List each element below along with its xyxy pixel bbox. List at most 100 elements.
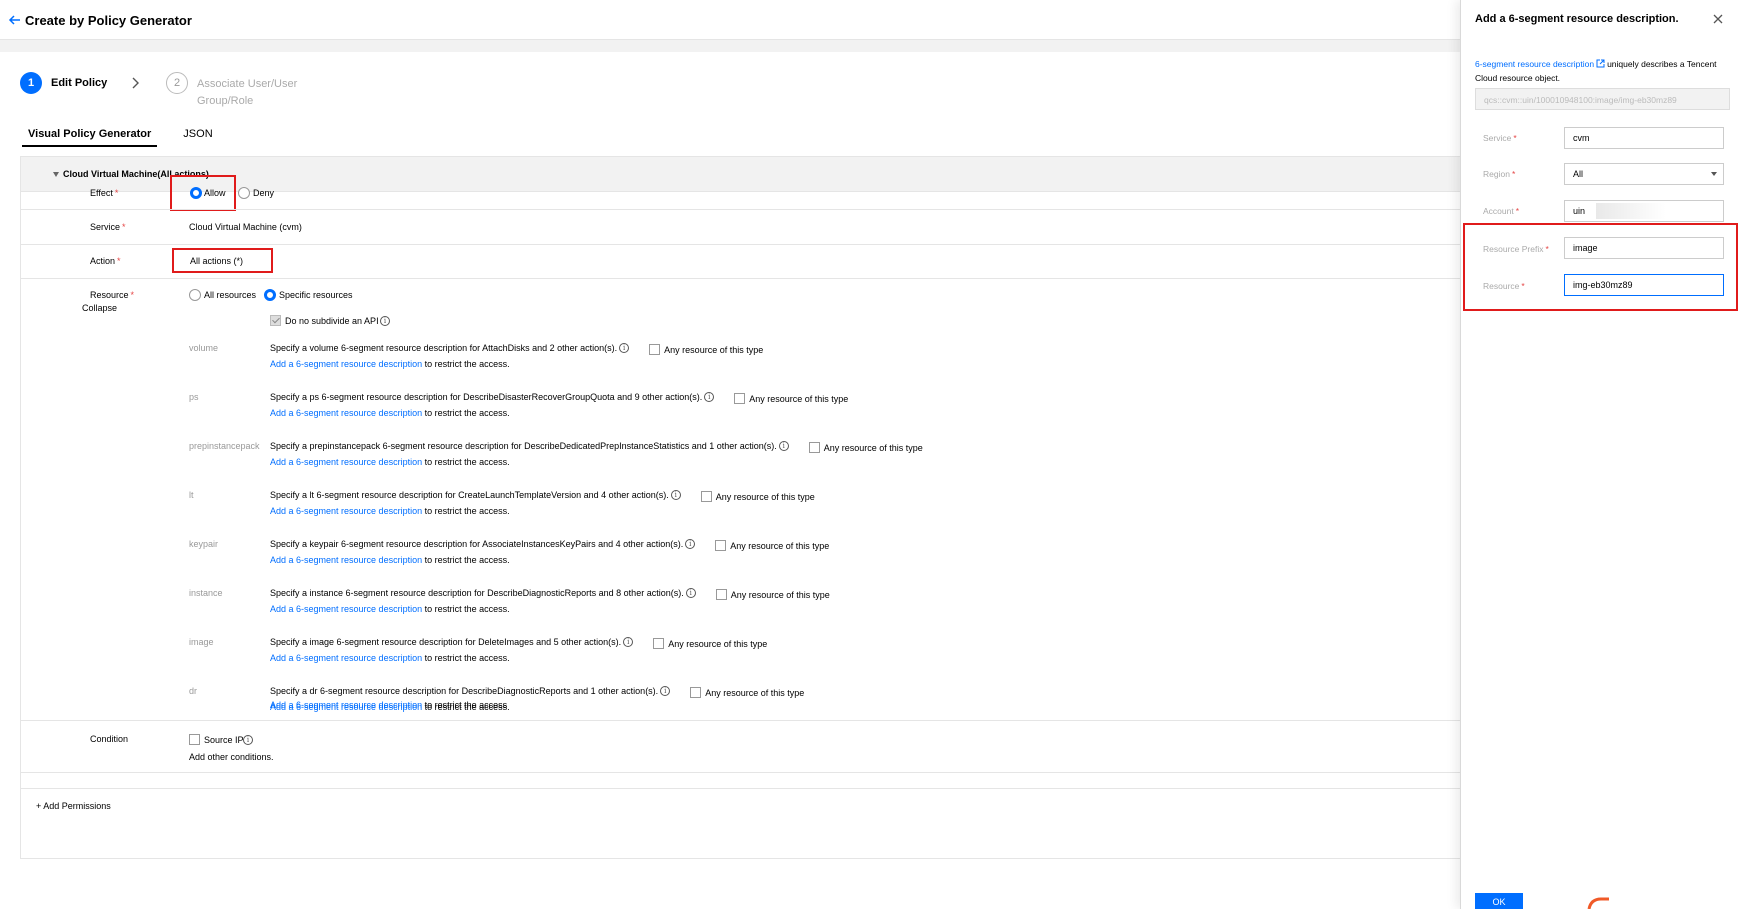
any-resource-checkbox[interactable] xyxy=(690,687,702,698)
step-edit-policy: 1 Edit Policy xyxy=(20,72,107,94)
info-icon[interactable]: i xyxy=(243,735,253,745)
source-ip-checkbox[interactable] xyxy=(189,734,200,745)
row-divider xyxy=(21,772,1460,773)
any-resource-label: Any resource of this type xyxy=(730,590,830,600)
info-icon[interactable]: i xyxy=(685,588,696,598)
add-permissions-link[interactable]: + Add Permissions xyxy=(36,801,111,811)
info-icon[interactable]: i xyxy=(660,686,671,696)
final-add-row: Add a 6-segment resource description to … xyxy=(270,700,507,710)
info-icon[interactable]: i xyxy=(619,343,630,353)
specific-resources-radio[interactable] xyxy=(264,289,276,301)
step-label: Edit Policy xyxy=(51,77,108,89)
resource-type-description: Specify a dr 6-segment resource descript… xyxy=(270,686,659,696)
resource-preview-field: qcs::cvm::uin/100010948100:image/img-eb3… xyxy=(1475,88,1730,110)
info-icon[interactable]: i xyxy=(623,637,634,647)
add-row: Add a 6-segment resource description to … xyxy=(270,653,510,663)
deny-radio[interactable] xyxy=(238,187,250,199)
highlight-box-action xyxy=(172,248,273,273)
close-icon[interactable] xyxy=(1711,12,1725,26)
any-resource-checkbox[interactable] xyxy=(700,491,712,502)
any-resource-checkbox[interactable] xyxy=(649,344,661,355)
step-associate: 2 Associate User/User Group/Role xyxy=(166,72,317,110)
add-resource-description-link[interactable]: Add a 6-segment resource description xyxy=(270,604,422,614)
service-input[interactable]: cvm xyxy=(1564,127,1724,149)
resource-type-label: prepinstancepack xyxy=(189,441,260,451)
info-icon[interactable]: i xyxy=(704,392,715,402)
chevron-right-icon xyxy=(132,77,139,89)
any-resource-checkbox[interactable] xyxy=(715,589,727,600)
resource-description-doc-link[interactable]: 6-segment resource description xyxy=(1475,59,1594,69)
back-arrow-icon[interactable] xyxy=(8,13,22,27)
redaction-blur xyxy=(1596,203,1666,219)
add-row: Add a 6-segment resource description to … xyxy=(270,555,510,565)
deny-label[interactable]: Deny xyxy=(253,188,274,198)
all-resources-label[interactable]: All resources xyxy=(204,290,256,300)
panel-description: 6-segment resource description uniquely d… xyxy=(1475,57,1730,85)
row-divider xyxy=(21,278,1460,279)
info-icon[interactable]: i xyxy=(685,539,696,549)
region-field-label: Region * xyxy=(1483,169,1516,179)
panel-title: Add a 6-segment resource description. xyxy=(1475,13,1679,25)
add-resource-description-link[interactable]: Add a 6-segment resource description xyxy=(270,506,422,516)
add-resource-description-link[interactable]: Add a 6-segment resource description xyxy=(270,700,422,710)
info-icon[interactable]: i xyxy=(380,316,390,326)
any-resource-label: Any resource of this type xyxy=(730,541,830,551)
add-suffix: to restrict the access. xyxy=(424,653,510,663)
any-resource-label: Any resource of this type xyxy=(823,443,923,453)
add-row: Add a 6-segment resource description to … xyxy=(270,457,510,467)
resource-type-description: Specify a ps 6-segment resource descript… xyxy=(270,392,703,402)
add-resource-description-link[interactable]: Add a 6-segment resource description xyxy=(270,555,422,565)
resource-label: Resource * xyxy=(90,290,135,300)
add-suffix: to restrict the access. xyxy=(424,457,510,467)
any-resource-checkbox[interactable] xyxy=(653,638,665,649)
add-resource-description-link[interactable]: Add a 6-segment resource description xyxy=(270,359,422,369)
chevron-down-icon[interactable] xyxy=(1711,172,1717,176)
any-resource-label: Any resource of this type xyxy=(664,345,764,355)
resource-type-label: volume xyxy=(189,343,219,353)
all-resources-radio[interactable] xyxy=(189,289,201,301)
add-suffix: to restrict the access xyxy=(424,700,508,710)
step-label: Associate User/User Group/Role xyxy=(197,78,298,107)
step-number: 1 xyxy=(20,72,42,94)
collapse-link[interactable]: Collapse xyxy=(82,303,117,313)
specific-resources-label[interactable]: Specific resources xyxy=(279,290,353,300)
add-suffix: to restrict the access. xyxy=(424,359,510,369)
step-number: 2 xyxy=(166,72,188,94)
policy-form: Cloud Virtual Machine(All actions) Effec… xyxy=(20,156,1460,859)
ok-button[interactable]: OK xyxy=(1475,893,1523,909)
no-subdivide-checkbox[interactable] xyxy=(270,315,281,326)
add-row: Add a 6-segment resource description to … xyxy=(270,604,510,614)
service-value-link[interactable]: Cloud Virtual Machine (cvm) xyxy=(189,222,302,232)
add-other-conditions-link[interactable]: Add other conditions. xyxy=(189,752,274,762)
add-resource-description-link[interactable]: Add a 6-segment resource description xyxy=(270,408,422,418)
effect-label: Effect * xyxy=(90,188,119,198)
any-resource-label: Any resource of this type xyxy=(668,639,768,649)
watermark-logo-icon xyxy=(1587,897,1609,909)
any-resource-checkbox[interactable] xyxy=(808,442,820,453)
tab-visual-policy-generator[interactable]: Visual Policy Generator xyxy=(22,126,158,147)
service-label: Service * xyxy=(90,222,126,232)
resource-type-description: Specify a lt 6-segment resource descript… xyxy=(270,490,669,500)
no-subdivide-label: Do no subdivide an API xyxy=(285,316,379,326)
external-link-icon[interactable] xyxy=(1596,59,1605,68)
resource-type-description: Specify a image 6-segment resource descr… xyxy=(270,637,622,647)
caret-down-icon[interactable] xyxy=(53,172,59,177)
row-divider xyxy=(21,720,1460,721)
resource-type-description: Specify a instance 6-segment resource de… xyxy=(270,588,684,598)
info-icon[interactable]: i xyxy=(778,441,789,451)
tab-json[interactable]: JSON xyxy=(177,126,218,147)
info-icon[interactable]: i xyxy=(670,490,681,500)
add-row: Add a 6-segment resource description to … xyxy=(270,408,510,418)
add-suffix: to restrict the access. xyxy=(424,604,510,614)
section-header[interactable]: Cloud Virtual Machine(All actions) xyxy=(21,157,1460,192)
add-resource-description-link[interactable]: Add a 6-segment resource description xyxy=(270,653,422,663)
region-select[interactable]: All xyxy=(1564,163,1724,185)
any-resource-label: Any resource of this type xyxy=(715,492,815,502)
any-resource-checkbox[interactable] xyxy=(734,393,746,404)
highlight-box-effect xyxy=(170,175,236,211)
add-resource-description-link[interactable]: Add a 6-segment resource description xyxy=(270,457,422,467)
any-resource-label: Any resource of this type xyxy=(749,394,849,404)
any-resource-checkbox[interactable] xyxy=(715,540,727,551)
header-divider-band xyxy=(0,40,1460,52)
any-resource-label: Any resource of this type xyxy=(705,688,805,698)
